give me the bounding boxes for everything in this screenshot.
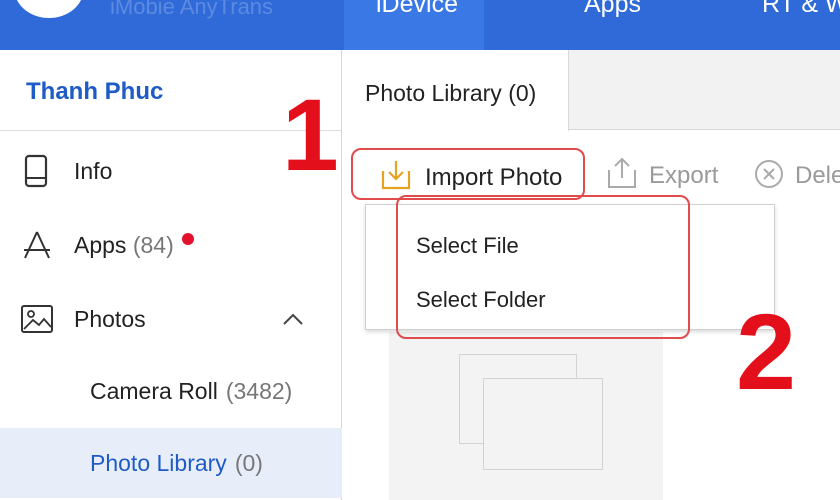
apps-count: (84) <box>132 232 174 258</box>
dropdown-highlight-box <box>396 195 690 339</box>
export-icon <box>608 157 636 188</box>
tab-apps[interactable]: Apps <box>560 0 670 50</box>
sidebar-subitem-label: Photo Library (0) <box>90 450 263 477</box>
step-1-annotation: 1 <box>282 78 339 192</box>
content-tab-strip: Photo Library (0) <box>343 50 840 131</box>
sidebar-item-label: Info <box>74 158 113 184</box>
main-panel: Photo Library (0) Import Photo Export De… <box>343 50 840 500</box>
export-button[interactable]: Export <box>601 148 731 200</box>
close-circle-icon <box>755 160 783 188</box>
placeholder-frame-front <box>483 378 603 470</box>
tab-idevice-label: iDevice <box>376 0 458 18</box>
chevron-up-icon[interactable] <box>282 312 304 326</box>
camera-roll-count: (3482) <box>225 378 293 404</box>
tab-ringtones[interactable]: RT & W <box>750 0 840 50</box>
import-photo-button[interactable]: Import Photo <box>351 148 585 200</box>
photo-library-label: Photo Library <box>90 450 227 476</box>
photo-library-count: (0) <box>234 450 263 476</box>
tab-ringtones-label: RT & W <box>762 0 840 18</box>
device-owner-name: Thanh Phuc <box>26 78 164 105</box>
sidebar-item-label: Photos <box>74 306 146 332</box>
apps-label: Apps <box>74 232 127 258</box>
import-icon <box>381 161 411 190</box>
app-logo <box>14 0 84 18</box>
image-icon <box>21 305 53 333</box>
step-2-annotation: 2 <box>736 291 797 412</box>
tab-idevice[interactable]: iDevice <box>344 0 484 50</box>
empty-library-placeholder <box>389 332 663 500</box>
import-photo-label: Import Photo <box>425 164 563 191</box>
sidebar-item-photos[interactable]: Photos <box>0 294 342 344</box>
tab-apps-label: Apps <box>584 0 641 18</box>
sidebar-subitem-label: Camera Roll (3482) <box>90 378 292 405</box>
app-store-icon <box>24 231 50 259</box>
export-label: Export <box>649 162 719 189</box>
sidebar-subitem-camera-roll[interactable]: Camera Roll (3482) <box>0 356 342 426</box>
delete-button[interactable]: Dele <box>751 148 840 200</box>
sidebar-item-label: Apps (84) <box>74 232 174 259</box>
sidebar-item-apps[interactable]: Apps (84) <box>0 220 342 270</box>
top-nav-bar: iMobie AnyTrans iDevice Apps RT & W <box>0 0 840 50</box>
notification-badge <box>182 233 194 245</box>
phone-icon <box>24 154 48 188</box>
delete-label: Dele <box>795 162 840 189</box>
app-title: iMobie AnyTrans <box>110 0 274 19</box>
sidebar-subitem-photo-library[interactable]: Photo Library (0) <box>0 428 342 498</box>
camera-roll-label: Camera Roll <box>90 378 218 404</box>
tab-photo-library[interactable]: Photo Library (0) <box>343 50 569 131</box>
tab-photo-library-label: Photo Library (0) <box>365 80 537 106</box>
